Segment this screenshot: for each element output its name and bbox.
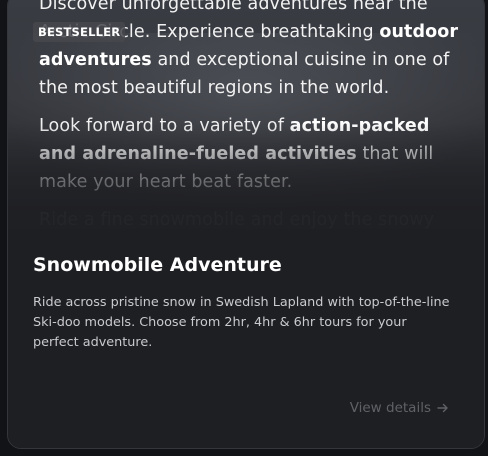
bestseller-badge: BESTSELLER xyxy=(33,22,126,42)
hero-paragraph-3: Ride a fine snowmobile and enjoy the sno… xyxy=(39,210,435,229)
view-details-label: View details xyxy=(349,400,431,416)
arrow-right-icon xyxy=(437,402,449,414)
card-content: Snowmobile Adventure Ride across pristin… xyxy=(8,229,484,448)
view-details-link[interactable]: View details xyxy=(350,400,449,416)
product-card[interactable]: Discover unforgettable adventures near t… xyxy=(7,0,485,449)
hero-paragraph-2: Look forward to a variety of action-pack… xyxy=(39,116,434,192)
hero-paragraph-1: Discover unforgettable adventures near t… xyxy=(39,0,459,98)
card-title: Snowmobile Adventure xyxy=(33,254,282,276)
card-description: Ride across pristine snow in Swedish Lap… xyxy=(33,295,450,350)
